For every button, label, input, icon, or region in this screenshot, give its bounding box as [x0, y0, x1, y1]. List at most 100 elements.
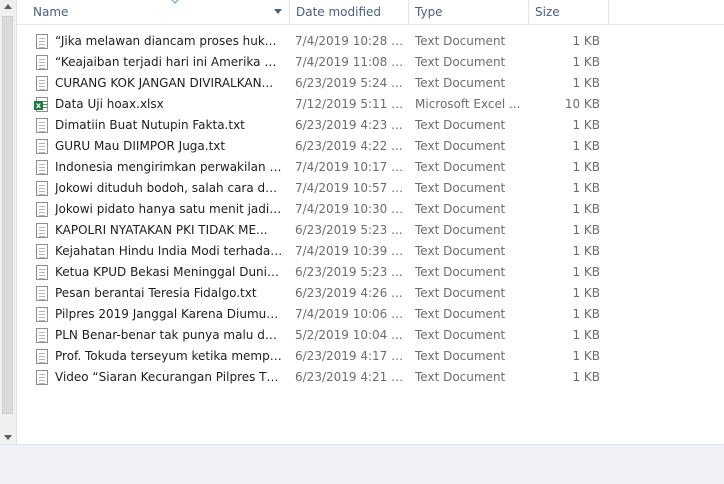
file-date: 7/4/2019 10:28 PM: [295, 34, 407, 48]
file-date: 6/23/2019 4:22 ...: [295, 139, 403, 153]
file-row[interactable]: “Jika melawan diancam proses hukum be...…: [17, 31, 724, 52]
file-row[interactable]: Kejahatan Hindu India Modi terhadap s...…: [17, 241, 724, 262]
text-file-icon: [36, 223, 48, 238]
file-type: Text Document: [415, 118, 506, 132]
text-file-icon: [36, 370, 48, 385]
file-row[interactable]: Pesan berantai Teresia Fidalgo.txt 6/23/2…: [17, 283, 724, 304]
text-file-icon: [36, 55, 48, 70]
file-name: CURANG KOK JANGAN DIVIRALKAN...: [55, 76, 274, 90]
file-type: Text Document: [415, 160, 506, 174]
file-size: 10 KB: [564, 97, 600, 111]
file-name: Indonesia mengirimkan perwakilan LGB...: [55, 160, 283, 174]
file-name: Prof. Tokuda terseyum ketika memperli...: [55, 349, 283, 363]
file-type: Text Document: [415, 181, 506, 195]
file-date: 7/4/2019 10:39 PM: [295, 244, 407, 258]
file-type: Text Document: [415, 55, 506, 69]
file-date: 6/23/2019 5:24 ...: [295, 76, 403, 90]
file-date: 5/2/2019 10:04 ...: [295, 328, 403, 342]
text-file-icon: [36, 160, 48, 175]
file-list: “Jika melawan diancam proses hukum be...…: [17, 31, 724, 388]
file-date: 6/23/2019 4:17 PM: [295, 349, 407, 363]
text-file-icon: [36, 202, 48, 217]
file-name: Video “Siaran Kecurangan Pilpres TV A...: [55, 370, 283, 384]
file-size: 1 KB: [572, 265, 600, 279]
column-header-size[interactable]: Size: [529, 0, 609, 24]
file-type: Text Document: [415, 286, 506, 300]
file-size: 1 KB: [572, 349, 600, 363]
file-row[interactable]: x Data Uji hoax.xlsx 7/12/2019 5:11 PM Micr…: [17, 94, 724, 115]
file-name: Pilpres 2019 Janggal Karena Diumumka...: [55, 307, 283, 321]
chevron-down-icon[interactable]: [274, 9, 282, 14]
file-type: Text Document: [415, 244, 506, 258]
file-row[interactable]: Pilpres 2019 Janggal Karena Diumumka... 7…: [17, 304, 724, 325]
file-row[interactable]: “Keajaiban terjadi hari ini Amerika dan.…: [17, 52, 724, 73]
file-date: 7/4/2019 10:06 PM: [295, 307, 407, 321]
text-file-icon: [36, 76, 48, 91]
file-date: 6/23/2019 5:23 ...: [295, 265, 403, 279]
text-file-icon: [36, 328, 48, 343]
file-row[interactable]: Indonesia mengirimkan perwakilan LGB... 7…: [17, 157, 724, 178]
file-type: Text Document: [415, 349, 506, 363]
text-file-icon: [36, 265, 48, 280]
file-type: Text Document: [415, 76, 506, 90]
file-date: 7/4/2019 11:08 PM: [295, 55, 407, 69]
column-header-type[interactable]: Type: [409, 0, 529, 24]
text-file-icon: [36, 34, 48, 49]
scroll-up-arrow-icon[interactable]: [4, 4, 12, 9]
file-size: 1 KB: [572, 160, 600, 174]
file-size: 1 KB: [572, 181, 600, 195]
file-size: 1 KB: [572, 202, 600, 216]
file-type: Text Document: [415, 202, 506, 216]
file-row[interactable]: Jokowi pidato hanya satu menit jadi te..…: [17, 199, 724, 220]
text-file-icon: [36, 307, 48, 322]
file-type: Text Document: [415, 328, 506, 342]
file-size: 1 KB: [572, 286, 600, 300]
file-row[interactable]: Jokowi dituduh bodoh, salah cara dalam .…: [17, 178, 724, 199]
file-size: 1 KB: [572, 139, 600, 153]
file-size: 1 KB: [572, 76, 600, 90]
file-type: Text Document: [415, 139, 506, 153]
file-size: 1 KB: [572, 370, 600, 384]
file-name: Jokowi dituduh bodoh, salah cara dalam .…: [55, 181, 283, 195]
file-size: 1 KB: [572, 34, 600, 48]
file-size: 1 KB: [572, 307, 600, 321]
column-header-bar: Name Date modified Type Size: [17, 0, 724, 25]
column-header-name[interactable]: Name: [17, 0, 290, 24]
file-row[interactable]: CURANG KOK JANGAN DIVIRALKAN... 6/23/2019…: [17, 73, 724, 94]
file-date: 7/4/2019 10:17 PM: [295, 160, 407, 174]
text-file-icon: [36, 349, 48, 364]
scrollbar-thumb[interactable]: [2, 16, 13, 414]
file-row[interactable]: GURU Mau DIIMPOR Juga.txt 6/23/2019 4:22 …: [17, 136, 724, 157]
file-name: Pesan berantai Teresia Fidalgo.txt: [55, 286, 257, 300]
text-file-icon: [36, 139, 48, 154]
file-name: PLN Benar-benar tak punya malu dan et...: [55, 328, 283, 342]
file-size: 1 KB: [572, 118, 600, 132]
column-header-name-label: Name: [33, 5, 69, 19]
text-file-icon: [36, 118, 48, 133]
file-date: 6/23/2019 4:23 ...: [295, 118, 403, 132]
file-date: 6/23/2019 4:26 ...: [295, 286, 403, 300]
file-row[interactable]: Prof. Tokuda terseyum ketika memperli...…: [17, 346, 724, 367]
vertical-scrollbar[interactable]: [0, 0, 17, 444]
column-header-date[interactable]: Date modified: [290, 0, 409, 24]
text-file-icon: [36, 286, 48, 301]
file-row[interactable]: Video “Siaran Kecurangan Pilpres TV A...…: [17, 367, 724, 388]
file-date: 7/4/2019 10:30 PM: [295, 202, 407, 216]
file-row[interactable]: KAPOLRI NYATAKAN PKI TIDAK ME... 6/23/201…: [17, 220, 724, 241]
file-type: Text Document: [415, 307, 506, 321]
excel-file-icon: x: [34, 97, 48, 112]
scroll-down-arrow-icon[interactable]: [4, 435, 12, 440]
file-name: Dimatiin Buat Nutupin Fakta.txt: [55, 118, 245, 132]
file-date: 7/4/2019 10:57 PM: [295, 181, 407, 195]
file-name: KAPOLRI NYATAKAN PKI TIDAK ME...: [55, 223, 268, 237]
file-name: Ketua KPUD Bekasi Meninggal Dunia.txt: [55, 265, 283, 279]
file-size: 1 KB: [572, 244, 600, 258]
file-size: 1 KB: [572, 55, 600, 69]
text-file-icon: [36, 181, 48, 196]
file-row[interactable]: PLN Benar-benar tak punya malu dan et...…: [17, 325, 724, 346]
column-header-size-label: Size: [535, 5, 560, 19]
file-date: 6/23/2019 4:21 PM: [295, 370, 407, 384]
file-row[interactable]: Dimatiin Buat Nutupin Fakta.txt 6/23/2019…: [17, 115, 724, 136]
file-type: Text Document: [415, 265, 506, 279]
file-row[interactable]: Ketua KPUD Bekasi Meninggal Dunia.txt 6/2…: [17, 262, 724, 283]
